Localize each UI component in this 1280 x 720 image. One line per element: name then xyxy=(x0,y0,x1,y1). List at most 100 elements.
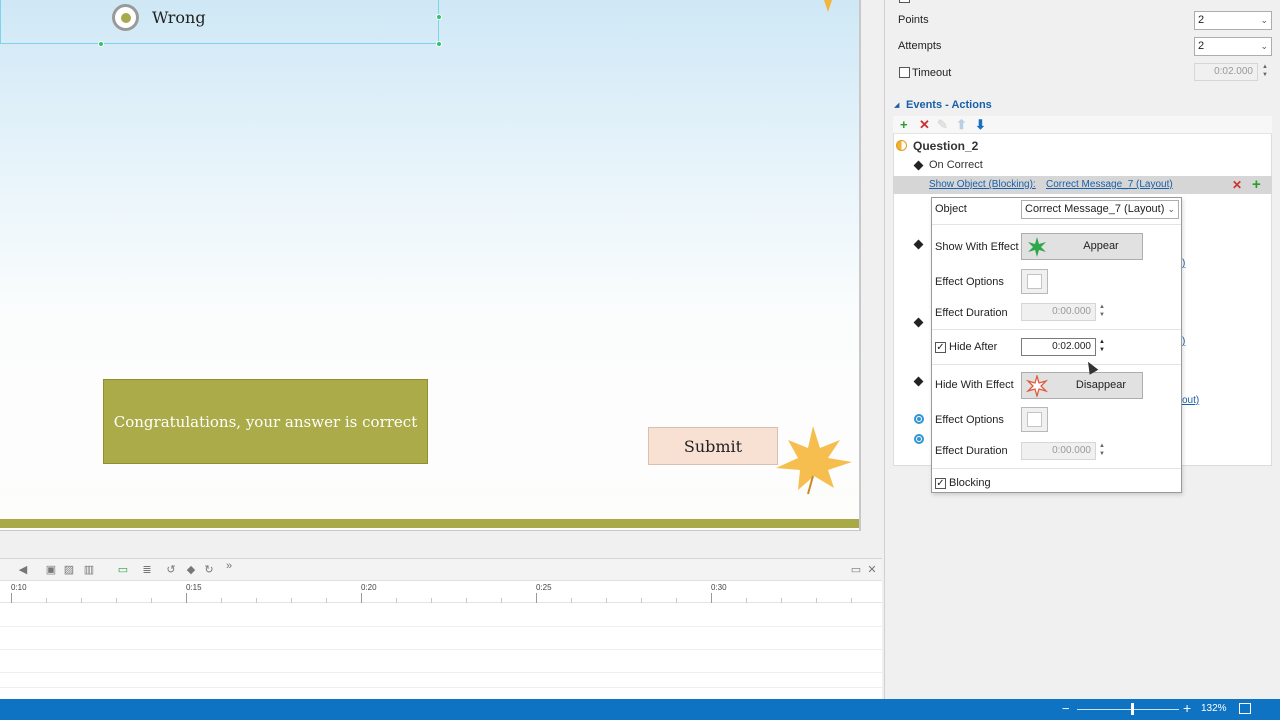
timeout-checkbox[interactable] xyxy=(899,67,910,78)
option-radio[interactable] xyxy=(914,414,924,424)
collapse-triangle-icon[interactable]: ◢ xyxy=(894,101,899,109)
ruler-major-tick xyxy=(711,593,712,603)
shuffle-answers-checkbox[interactable] xyxy=(899,0,910,3)
divider xyxy=(932,224,1181,225)
action-target-link[interactable]: Correct Message_7 (Layout) xyxy=(1046,179,1173,190)
zoom-slider-thumb[interactable] xyxy=(1131,703,1135,715)
show-effect-button[interactable]: Appear xyxy=(1021,233,1143,260)
list-icon[interactable]: ≣ xyxy=(140,563,154,577)
ruler-minor-tick xyxy=(781,598,782,603)
ruler-minor-tick xyxy=(851,598,852,603)
ruler-minor-tick xyxy=(816,598,817,603)
effect-duration-input-2: 0:00.000 xyxy=(1021,442,1096,460)
timeout-input: 0:02.000 xyxy=(1194,63,1258,81)
remove-action-icon[interactable]: ✕ xyxy=(1232,178,1242,192)
disappear-effect-icon xyxy=(1026,375,1048,397)
ruler-minor-tick xyxy=(151,598,152,603)
status-bar: − + 132% xyxy=(0,699,1280,720)
action-link-partial[interactable]: out) xyxy=(1182,395,1199,406)
ruler-minor-tick xyxy=(81,598,82,603)
object-select[interactable]: Correct Message_7 (Layout) ⌄ xyxy=(1021,200,1179,219)
undo-icon[interactable]: ↺ xyxy=(164,563,178,577)
ruler-minor-tick xyxy=(221,598,222,603)
ruler-minor-tick xyxy=(676,598,677,603)
image-icon[interactable]: ▣ xyxy=(44,563,58,577)
action-editor-popup[interactable]: Object Correct Message_7 (Layout) ⌄ Show… xyxy=(931,197,1182,493)
show-effect-label: Show With Effect xyxy=(935,241,1019,253)
closed-caption-icon[interactable]: ▭ xyxy=(116,563,130,577)
ruler-minor-tick xyxy=(466,598,467,603)
hide-after-label: Hide After xyxy=(949,341,998,353)
divider xyxy=(932,468,1181,469)
ruler-minor-tick xyxy=(291,598,292,603)
chevron-down-icon: ⌄ xyxy=(1260,41,1268,51)
attempts-value: 2 xyxy=(1198,40,1205,52)
chart-icon[interactable]: ▥ xyxy=(82,563,96,577)
tick-label: 0:15 xyxy=(186,583,202,592)
attempts-select[interactable]: 2 ⌄ xyxy=(1194,37,1272,56)
action-type-link[interactable]: Show Object (Blocking): xyxy=(929,179,1036,190)
timeout-spinner: ▲ ▼ xyxy=(1262,64,1268,78)
timeline-ruler[interactable]: 0:10 0:15 0:20 0:25 0:30 xyxy=(0,581,882,603)
hide-after-spinner[interactable]: ▲ ▼ xyxy=(1097,338,1107,356)
picture-icon[interactable]: ▨ xyxy=(62,563,76,577)
zoom-in-button[interactable]: + xyxy=(1183,700,1191,716)
zoom-out-button[interactable]: − xyxy=(1062,701,1070,716)
timeline-panel[interactable]: ◀ ▣ ▨ ▥ ▭ ≣ ↺ ◆ ↻ » ▭ ✕ 0:10 0:15 0:20 0… xyxy=(0,558,882,699)
blocking-checkbox[interactable]: ✓ xyxy=(935,478,946,489)
question-icon xyxy=(896,140,907,151)
effect-duration-spinner: ▲ ▼ xyxy=(1099,304,1105,318)
hide-after-input[interactable]: 0:02.000 xyxy=(1021,338,1096,356)
chevron-down-icon: ⌄ xyxy=(1260,15,1268,25)
delete-action-icon[interactable]: ✕ xyxy=(919,117,930,132)
events-actions-header[interactable]: Events - Actions xyxy=(906,99,992,111)
events-toolbar: + ✕ ✎ ⬆ ⬇ xyxy=(893,116,1272,134)
ruler-major-tick xyxy=(11,593,12,603)
on-correct-node[interactable]: On Correct xyxy=(929,159,983,171)
effect-options-label: Effect Options xyxy=(935,276,1004,288)
tick-label: 0:30 xyxy=(711,583,727,592)
effect-options-button-2[interactable] xyxy=(1021,407,1048,432)
ruler-minor-tick xyxy=(746,598,747,603)
timeline-row-divider xyxy=(0,687,882,688)
fit-to-window-icon[interactable] xyxy=(1239,703,1251,714)
edit-action-icon: ✎ xyxy=(937,117,948,132)
redo-icon[interactable]: ↻ xyxy=(202,563,216,577)
question-node[interactable]: Question_2 xyxy=(913,139,978,153)
zoom-slider[interactable] xyxy=(1077,709,1179,710)
timeout-label: Timeout xyxy=(912,67,952,79)
chevron-down-icon: ⌄ xyxy=(1167,204,1175,214)
ruler-major-tick xyxy=(536,593,537,603)
zoom-level[interactable]: 132% xyxy=(1201,703,1227,714)
hide-after-checkbox[interactable]: ✓ xyxy=(935,342,946,353)
timeline-toolbar: ◀ ▣ ▨ ▥ ▭ ≣ ↺ ◆ ↻ » ▭ ✕ xyxy=(0,559,882,581)
tick-label: 0:20 xyxy=(361,583,377,592)
hide-effect-value: Disappear xyxy=(1075,379,1127,391)
blocking-label: Blocking xyxy=(949,477,991,489)
volume-icon[interactable]: ◀ xyxy=(16,563,30,577)
action-link-partial[interactable]: ) xyxy=(1182,258,1185,269)
timeline-row-divider xyxy=(0,626,882,627)
points-value: 2 xyxy=(1198,14,1205,26)
add-action-icon[interactable]: + xyxy=(1252,176,1261,193)
option-radio[interactable] xyxy=(914,434,924,444)
pin-icon[interactable]: ▭ xyxy=(849,563,863,577)
add-action-icon[interactable]: + xyxy=(900,117,908,132)
object-label: Object xyxy=(935,203,967,215)
hide-effect-label: Hide With Effect xyxy=(935,379,1014,391)
ruler-minor-tick xyxy=(641,598,642,603)
move-down-icon[interactable]: ⬇ xyxy=(975,117,986,132)
hide-effect-button[interactable]: Disappear xyxy=(1021,372,1143,399)
diamond-icon[interactable]: ◆ xyxy=(184,563,198,577)
ruler-minor-tick xyxy=(606,598,607,603)
move-up-icon: ⬆ xyxy=(956,117,967,132)
more-chevron-icon[interactable]: » xyxy=(222,559,236,573)
close-icon[interactable]: ✕ xyxy=(865,563,879,577)
effect-options-button[interactable] xyxy=(1021,269,1048,294)
ruler-minor-tick xyxy=(571,598,572,603)
ruler-minor-tick xyxy=(256,598,257,603)
points-select[interactable]: 2 ⌄ xyxy=(1194,11,1272,30)
appear-effect-icon xyxy=(1028,237,1046,257)
action-link-partial[interactable]: ) xyxy=(1182,336,1185,347)
effect-duration-label: Effect Duration xyxy=(935,307,1008,319)
